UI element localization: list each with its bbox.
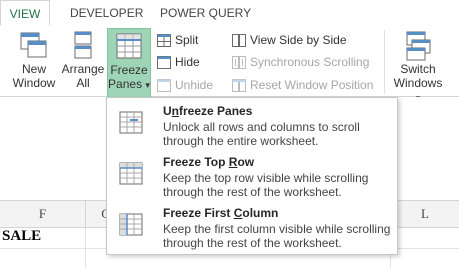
arrange-all-label-2: All — [76, 76, 90, 90]
view-side-by-side-icon — [232, 33, 246, 47]
column-header-f[interactable]: F — [0, 201, 85, 227]
switch-windows-button[interactable]: Switch Windows ▾ — [390, 30, 446, 103]
freeze-panes-label-text: Panes — [108, 77, 143, 91]
menu-item-freeze-first-column[interactable]: Freeze First Column Keep the first colum… — [107, 202, 397, 253]
ribbon-separator — [384, 30, 385, 94]
new-window-label-1: New — [21, 62, 46, 76]
switch-windows-icon — [406, 31, 431, 61]
hide-label: Hide — [175, 55, 200, 69]
hide-icon — [157, 55, 171, 69]
menu-item-description: Unlock all rows and columns to scroll th… — [163, 120, 360, 148]
freeze-panes-menu: Unfreeze Panes Unlock all rows and colum… — [106, 97, 398, 255]
synchronous-scrolling-label: Synchronous Scrolling — [250, 55, 370, 69]
hide-button[interactable]: Hide — [157, 53, 200, 71]
arrange-all-label-1: Arrange — [61, 62, 105, 76]
split-button[interactable]: Split — [157, 31, 198, 49]
freeze-panes-label-2: Panes ▾ — [108, 77, 150, 92]
view-side-by-side-label: View Side by Side — [250, 33, 347, 47]
ribbon-window-group: New Window Arrange All Freeze Panes ▾ Sp… — [0, 26, 459, 103]
reset-window-position-icon — [232, 78, 246, 92]
arrange-all-icon — [74, 31, 92, 59]
freeze-panes-label-1: Freeze — [110, 63, 148, 77]
tab-developer[interactable]: DEVELOPER — [60, 0, 153, 26]
switch-windows-label-text: Windows — [393, 76, 443, 90]
tab-power-query[interactable]: POWER QUERY — [150, 0, 261, 26]
freeze-panes-button[interactable]: Freeze Panes ▾ — [107, 28, 151, 98]
ribbon-tab-bar: VIEW DEVELOPER POWER QUERY — [0, 0, 459, 27]
menu-item-description: Keep the top row visible while scrolling… — [163, 171, 369, 199]
menu-item-freeze-top-row[interactable]: Freeze Top Row Keep the top row visible … — [107, 151, 397, 202]
new-window-label-2: Window — [12, 76, 56, 90]
freeze-first-column-icon — [119, 213, 143, 236]
synchronous-scrolling-icon — [232, 55, 246, 69]
unhide-button[interactable]: Unhide — [157, 76, 213, 94]
split-icon — [157, 33, 171, 47]
column-header-l[interactable]: L — [391, 201, 459, 227]
unhide-icon — [157, 78, 171, 92]
menu-item-title: Freeze Top Row — [163, 155, 255, 169]
new-window-icon — [20, 32, 47, 58]
tab-view[interactable]: VIEW — [0, 0, 50, 26]
freeze-panes-icon — [116, 33, 142, 59]
reset-window-position-button[interactable]: Reset Window Position — [232, 76, 373, 94]
freeze-top-row-icon — [119, 162, 143, 185]
unhide-label: Unhide — [175, 78, 214, 92]
synchronous-scrolling-button[interactable]: Synchronous Scrolling — [232, 53, 369, 71]
unfreeze-panes-icon — [119, 111, 143, 134]
chevron-down-icon: ▾ — [145, 80, 150, 90]
view-side-by-side-button[interactable]: View Side by Side — [232, 31, 347, 49]
menu-item-title: Freeze First Column — [163, 206, 279, 220]
menu-item-unfreeze-panes[interactable]: Unfreeze Panes Unlock all rows and colum… — [107, 100, 397, 151]
menu-item-title: Unfreeze Panes — [163, 104, 253, 118]
new-window-button[interactable]: New Window — [12, 30, 56, 94]
reset-window-position-label: Reset Window Position — [250, 78, 374, 92]
split-label: Split — [175, 33, 199, 47]
menu-item-description: Keep the first column visible while scro… — [163, 222, 391, 250]
arrange-all-button[interactable]: Arrange All — [60, 30, 106, 94]
switch-windows-label-1: Switch — [400, 62, 436, 76]
cell-sale[interactable]: SALE — [2, 228, 41, 245]
